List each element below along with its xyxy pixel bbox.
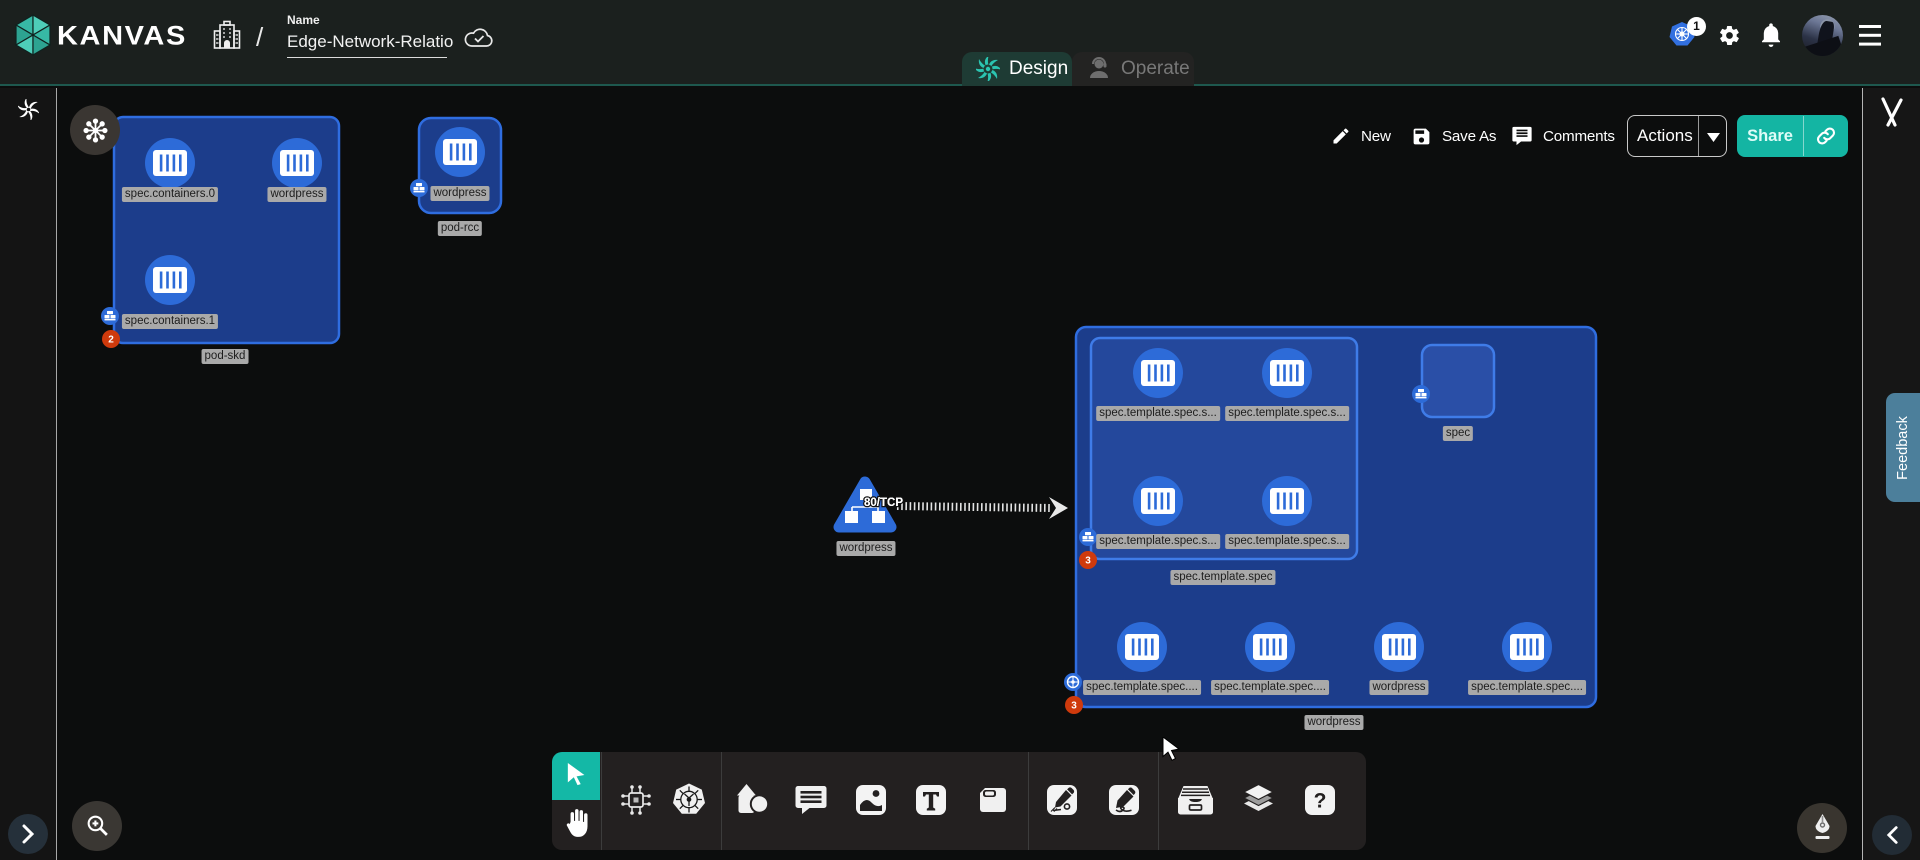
svg-text:2: 2 [108,335,114,346]
svg-text:?: ? [1314,790,1327,813]
svg-text:3: 3 [1085,556,1091,567]
svg-text:80/TCP: 80/TCP [864,497,903,509]
svg-text:3: 3 [1071,701,1077,712]
